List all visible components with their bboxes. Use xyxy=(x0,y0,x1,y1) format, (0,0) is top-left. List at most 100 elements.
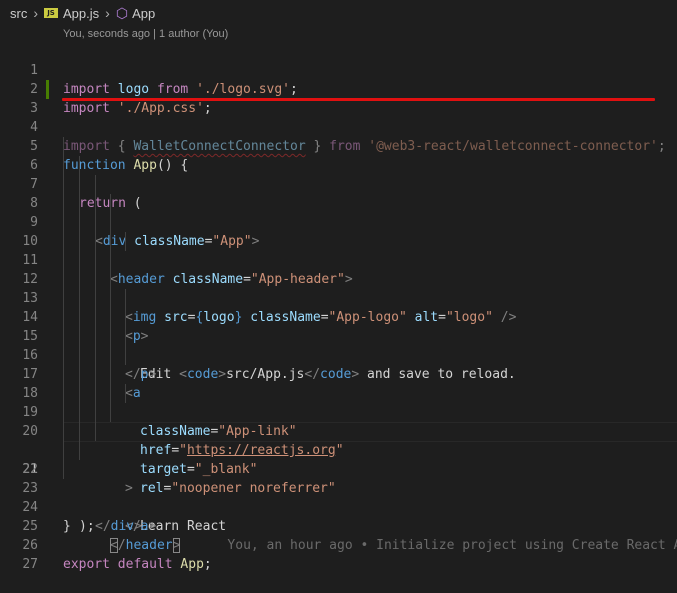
code-line[interactable]: 9 <img src={logo} className="App-logo" a… xyxy=(0,194,677,325)
code-editor[interactable]: 1 import logo from './logo.svg'; 2 impor… xyxy=(0,42,677,572)
indent-guide xyxy=(79,213,80,232)
code-line[interactable]: 11 Edit <code>src/App.js</code> and save… xyxy=(0,232,677,382)
code-line[interactable]: 25 xyxy=(0,498,677,534)
keyword: default xyxy=(117,557,173,572)
code-line[interactable]: 16 target="_blank" xyxy=(0,327,677,477)
javascript-file-icon: JS xyxy=(44,8,59,18)
indent-guide xyxy=(95,270,96,289)
indent-guide xyxy=(63,346,64,365)
identifier: App xyxy=(180,557,204,572)
indent-guide xyxy=(63,232,64,251)
indent-guide xyxy=(125,308,126,327)
indent-guide xyxy=(63,327,64,346)
indent-guide xyxy=(125,232,126,251)
code-line[interactable]: 26 export default App; xyxy=(0,517,677,572)
indent-guide xyxy=(63,175,64,194)
code-line[interactable]: 20 </a> xyxy=(0,403,677,534)
indent-guide xyxy=(95,384,96,403)
indent-guide xyxy=(110,403,111,422)
indent-guide xyxy=(79,251,80,270)
indent-guide xyxy=(110,194,111,213)
indent-guide xyxy=(95,327,96,346)
line-number: 27 xyxy=(22,557,38,572)
indent-guide xyxy=(95,365,96,384)
code-line[interactable]: 14 className="App-link" xyxy=(0,289,677,439)
indent-guide xyxy=(95,289,96,308)
code-line[interactable]: 2 import './App.css'; xyxy=(0,61,677,116)
cube-icon: ⬡ xyxy=(115,5,129,21)
current-line-highlight xyxy=(63,422,677,442)
indent-guide xyxy=(95,251,96,270)
indent-guide xyxy=(79,175,80,194)
indent-guide xyxy=(63,460,64,479)
code-line[interactable]: 1 import logo from './logo.svg'; xyxy=(0,42,677,97)
indent-guide xyxy=(95,175,96,194)
code-line[interactable]: 22 </div> xyxy=(0,441,677,534)
indent-guide xyxy=(95,194,96,213)
indent-guide xyxy=(79,441,80,460)
breadcrumb-folder-src[interactable]: src xyxy=(10,6,27,21)
indent-guide xyxy=(79,156,80,175)
indent-guide xyxy=(125,327,126,346)
breadcrumb: src › JS App.js › ⬡ App xyxy=(0,0,677,26)
indent-guide xyxy=(79,270,80,289)
indent-guide xyxy=(79,365,80,384)
indent-guide xyxy=(95,403,96,422)
code-line[interactable]: 7 <div className="App"> xyxy=(0,156,677,249)
code-line[interactable]: 27 xyxy=(0,536,677,572)
line-code: export default App; xyxy=(63,557,212,572)
code-line[interactable]: 13 <a xyxy=(0,270,677,401)
code-line[interactable]: 17 rel="noopener noreferrer" xyxy=(0,346,677,496)
indent-guide xyxy=(110,384,111,403)
code-line[interactable]: 8 <header className="App-header"> xyxy=(0,175,677,287)
indent-guide xyxy=(110,308,111,327)
indent-guide xyxy=(63,365,64,384)
indent-guide xyxy=(63,422,64,441)
indent-guide xyxy=(63,384,64,403)
code-line[interactable]: 5 function App() { xyxy=(0,118,677,173)
code-line[interactable]: 10 <p> xyxy=(0,213,677,344)
code-line[interactable]: 23 ); xyxy=(0,460,677,534)
chevron-right-icon: › xyxy=(33,5,39,21)
indent-guide xyxy=(79,308,80,327)
indent-guide xyxy=(79,194,80,213)
indent-guide xyxy=(63,289,64,308)
code-line[interactable]: 3 import { WalletConnectConnector } from… xyxy=(0,80,677,154)
indent-guide xyxy=(95,422,96,441)
code-line[interactable]: 24 } xyxy=(0,479,677,534)
code-line[interactable]: 15 href="https://reactjs.org" xyxy=(0,308,677,458)
codelens-author-hint[interactable]: You, seconds ago | 1 author (You) xyxy=(63,26,228,42)
code-line[interactable]: 19 Learn React xyxy=(0,384,677,534)
indent-guide xyxy=(79,403,80,422)
indent-guide xyxy=(110,327,111,346)
breadcrumb-symbol[interactable]: ⬡ App xyxy=(116,6,155,21)
chevron-right-icon: › xyxy=(105,5,110,21)
indent-guide xyxy=(110,346,111,365)
indent-guide xyxy=(110,270,111,289)
code-line[interactable]: 4 xyxy=(0,99,677,135)
indent-guide xyxy=(95,232,96,251)
indent-guide xyxy=(63,441,64,460)
indent-guide xyxy=(110,251,111,270)
indent-guide xyxy=(125,384,126,403)
indent-guide xyxy=(110,213,111,232)
indent-guide xyxy=(79,232,80,251)
indent-guide xyxy=(125,346,126,365)
code-line[interactable]: 18 > xyxy=(0,365,677,496)
red-annotation-underline xyxy=(62,98,655,101)
indent-guide xyxy=(79,327,80,346)
indent-guide xyxy=(63,403,64,422)
code-line[interactable]: 6 return ( xyxy=(0,137,677,211)
indent-guide xyxy=(63,213,64,232)
indent-guide xyxy=(110,365,111,384)
indent-guide xyxy=(95,346,96,365)
indent-guide xyxy=(63,194,64,213)
indent-guide xyxy=(110,289,111,308)
code-line[interactable]: 12 </p> xyxy=(0,251,677,382)
code-line-current[interactable]: 21 </header> You, an hour ago • Initiali… xyxy=(0,422,677,553)
indent-guide xyxy=(63,156,64,175)
indent-guide xyxy=(125,289,126,308)
breadcrumb-file[interactable]: JS App.js xyxy=(44,6,99,21)
git-added-indicator[interactable] xyxy=(46,80,49,99)
indent-guide xyxy=(95,308,96,327)
